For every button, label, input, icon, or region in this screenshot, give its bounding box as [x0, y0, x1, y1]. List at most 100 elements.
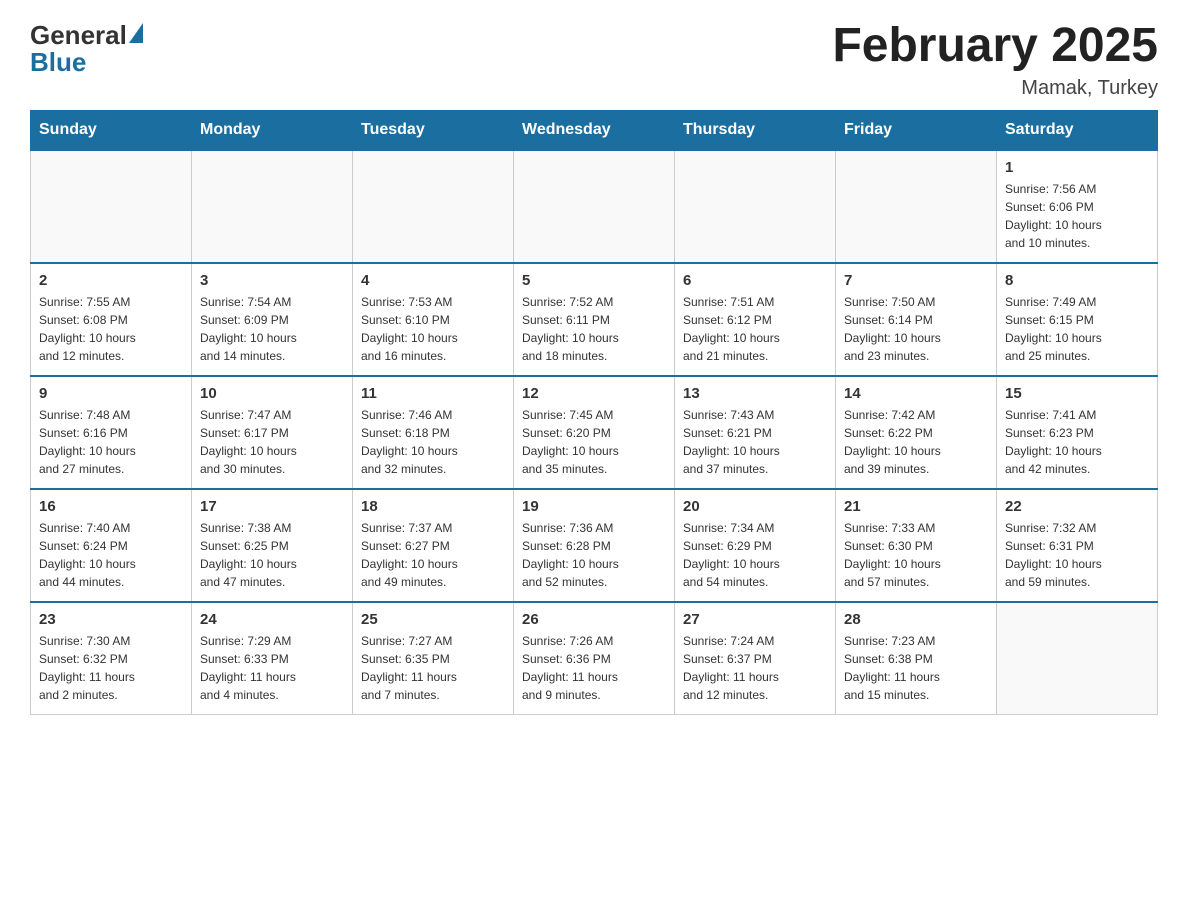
calendar-cell: 3 Sunrise: 7:54 AMSunset: 6:09 PMDaylight… [192, 263, 353, 376]
calendar-cell: 17 Sunrise: 7:38 AMSunset: 6:25 PMDayligh… [192, 489, 353, 602]
calendar-cell: 11 Sunrise: 7:46 AMSunset: 6:18 PMDayligh… [353, 376, 514, 489]
day-detail: Sunrise: 7:43 AMSunset: 6:21 PMDaylight:… [683, 406, 827, 478]
calendar-cell: 10 Sunrise: 7:47 AMSunset: 6:17 PMDayligh… [192, 376, 353, 489]
logo-triangle-icon [129, 23, 143, 43]
day-detail: Sunrise: 7:29 AMSunset: 6:33 PMDaylight:… [200, 632, 344, 704]
day-number: 25 [361, 611, 505, 628]
calendar-cell: 16Sunrise: 7:40 AMSunset: 6:24 PMDayligh… [31, 489, 192, 602]
day-number: 22 [1005, 498, 1149, 515]
day-number: 10 [200, 385, 344, 402]
day-number: 21 [844, 498, 988, 515]
day-detail: Sunrise: 7:37 AMSunset: 6:27 PMDaylight:… [361, 519, 505, 591]
day-number: 4 [361, 272, 505, 289]
calendar-week-1: 1 Sunrise: 7:56 AMSunset: 6:06 PMDaylight… [31, 150, 1158, 263]
day-detail: Sunrise: 7:24 AMSunset: 6:37 PMDaylight:… [683, 632, 827, 704]
logo: General Blue [30, 20, 143, 78]
day-detail: Sunrise: 7:51 AMSunset: 6:12 PMDaylight:… [683, 293, 827, 365]
day-detail: Sunrise: 7:48 AMSunset: 6:16 PMDaylight:… [39, 406, 183, 478]
calendar-cell: 8 Sunrise: 7:49 AMSunset: 6:15 PMDaylight… [997, 263, 1158, 376]
weekday-header-monday: Monday [192, 110, 353, 150]
day-detail: Sunrise: 7:42 AMSunset: 6:22 PMDaylight:… [844, 406, 988, 478]
calendar-week-3: 9 Sunrise: 7:48 AMSunset: 6:16 PMDaylight… [31, 376, 1158, 489]
day-detail: Sunrise: 7:54 AMSunset: 6:09 PMDaylight:… [200, 293, 344, 365]
calendar-cell [997, 602, 1158, 715]
day-number: 11 [361, 385, 505, 402]
weekday-header-saturday: Saturday [997, 110, 1158, 150]
day-number: 17 [200, 498, 344, 515]
calendar-cell: 2 Sunrise: 7:55 AMSunset: 6:08 PMDaylight… [31, 263, 192, 376]
calendar-cell: 9 Sunrise: 7:48 AMSunset: 6:16 PMDaylight… [31, 376, 192, 489]
day-number: 18 [361, 498, 505, 515]
day-detail: Sunrise: 7:55 AMSunset: 6:08 PMDaylight:… [39, 293, 183, 365]
day-detail: Sunrise: 7:49 AMSunset: 6:15 PMDaylight:… [1005, 293, 1149, 365]
day-detail: Sunrise: 7:50 AMSunset: 6:14 PMDaylight:… [844, 293, 988, 365]
calendar-cell: 22 Sunrise: 7:32 AMSunset: 6:31 PMDayligh… [997, 489, 1158, 602]
day-number: 7 [844, 272, 988, 289]
day-detail: Sunrise: 7:27 AMSunset: 6:35 PMDaylight:… [361, 632, 505, 704]
day-number: 19 [522, 498, 666, 515]
day-detail: Sunrise: 7:41 AMSunset: 6:23 PMDaylight:… [1005, 406, 1149, 478]
day-detail: Sunrise: 7:52 AMSunset: 6:11 PMDaylight:… [522, 293, 666, 365]
day-number: 9 [39, 385, 183, 402]
day-number: 12 [522, 385, 666, 402]
day-detail: Sunrise: 7:45 AMSunset: 6:20 PMDaylight:… [522, 406, 666, 478]
weekday-header-tuesday: Tuesday [353, 110, 514, 150]
calendar-cell: 13 Sunrise: 7:43 AMSunset: 6:21 PMDayligh… [675, 376, 836, 489]
day-detail: Sunrise: 7:46 AMSunset: 6:18 PMDaylight:… [361, 406, 505, 478]
day-number: 1 [1005, 159, 1149, 176]
weekday-header-row: SundayMondayTuesdayWednesdayThursdayFrid… [31, 110, 1158, 150]
day-number: 23 [39, 611, 183, 628]
calendar-cell: 28 Sunrise: 7:23 AMSunset: 6:38 PMDayligh… [836, 602, 997, 715]
day-number: 14 [844, 385, 988, 402]
calendar-cell: 20Sunrise: 7:34 AMSunset: 6:29 PMDayligh… [675, 489, 836, 602]
calendar-week-5: 23 Sunrise: 7:30 AMSunset: 6:32 PMDayligh… [31, 602, 1158, 715]
calendar-cell: 19 Sunrise: 7:36 AMSunset: 6:28 PMDayligh… [514, 489, 675, 602]
calendar-cell: 25 Sunrise: 7:27 AMSunset: 6:35 PMDayligh… [353, 602, 514, 715]
day-number: 27 [683, 611, 827, 628]
day-number: 13 [683, 385, 827, 402]
calendar-cell [836, 150, 997, 263]
calendar-title: February 2025 [832, 20, 1158, 73]
calendar-cell: 27 Sunrise: 7:24 AMSunset: 6:37 PMDayligh… [675, 602, 836, 715]
calendar-cell: 26 Sunrise: 7:26 AMSunset: 6:36 PMDayligh… [514, 602, 675, 715]
calendar-cell: 5 Sunrise: 7:52 AMSunset: 6:11 PMDaylight… [514, 263, 675, 376]
day-detail: Sunrise: 7:23 AMSunset: 6:38 PMDaylight:… [844, 632, 988, 704]
day-number: 16 [39, 498, 183, 515]
day-detail: Sunrise: 7:30 AMSunset: 6:32 PMDaylight:… [39, 632, 183, 704]
calendar-subtitle: Mamak, Turkey [832, 77, 1158, 100]
day-detail: Sunrise: 7:56 AMSunset: 6:06 PMDaylight:… [1005, 180, 1149, 252]
calendar-cell: 1 Sunrise: 7:56 AMSunset: 6:06 PMDaylight… [997, 150, 1158, 263]
calendar-table: SundayMondayTuesdayWednesdayThursdayFrid… [30, 110, 1158, 715]
weekday-header-friday: Friday [836, 110, 997, 150]
calendar-week-2: 2 Sunrise: 7:55 AMSunset: 6:08 PMDaylight… [31, 263, 1158, 376]
day-number: 6 [683, 272, 827, 289]
calendar-cell: 7 Sunrise: 7:50 AMSunset: 6:14 PMDaylight… [836, 263, 997, 376]
day-detail: Sunrise: 7:36 AMSunset: 6:28 PMDaylight:… [522, 519, 666, 591]
calendar-cell [353, 150, 514, 263]
weekday-header-wednesday: Wednesday [514, 110, 675, 150]
day-number: 8 [1005, 272, 1149, 289]
day-detail: Sunrise: 7:33 AMSunset: 6:30 PMDaylight:… [844, 519, 988, 591]
day-detail: Sunrise: 7:53 AMSunset: 6:10 PMDaylight:… [361, 293, 505, 365]
day-detail: Sunrise: 7:38 AMSunset: 6:25 PMDaylight:… [200, 519, 344, 591]
calendar-cell: 18 Sunrise: 7:37 AMSunset: 6:27 PMDayligh… [353, 489, 514, 602]
day-number: 2 [39, 272, 183, 289]
day-number: 5 [522, 272, 666, 289]
logo-blue-text: Blue [30, 47, 143, 78]
day-number: 26 [522, 611, 666, 628]
calendar-cell [31, 150, 192, 263]
day-number: 15 [1005, 385, 1149, 402]
day-detail: Sunrise: 7:26 AMSunset: 6:36 PMDaylight:… [522, 632, 666, 704]
calendar-week-4: 16Sunrise: 7:40 AMSunset: 6:24 PMDayligh… [31, 489, 1158, 602]
day-detail: Sunrise: 7:32 AMSunset: 6:31 PMDaylight:… [1005, 519, 1149, 591]
day-number: 28 [844, 611, 988, 628]
day-detail: Sunrise: 7:47 AMSunset: 6:17 PMDaylight:… [200, 406, 344, 478]
day-number: 24 [200, 611, 344, 628]
day-number: 3 [200, 272, 344, 289]
calendar-cell: 23 Sunrise: 7:30 AMSunset: 6:32 PMDayligh… [31, 602, 192, 715]
weekday-header-sunday: Sunday [31, 110, 192, 150]
calendar-cell: 4 Sunrise: 7:53 AMSunset: 6:10 PMDaylight… [353, 263, 514, 376]
calendar-cell [514, 150, 675, 263]
calendar-cell [192, 150, 353, 263]
day-number: 20 [683, 498, 827, 515]
